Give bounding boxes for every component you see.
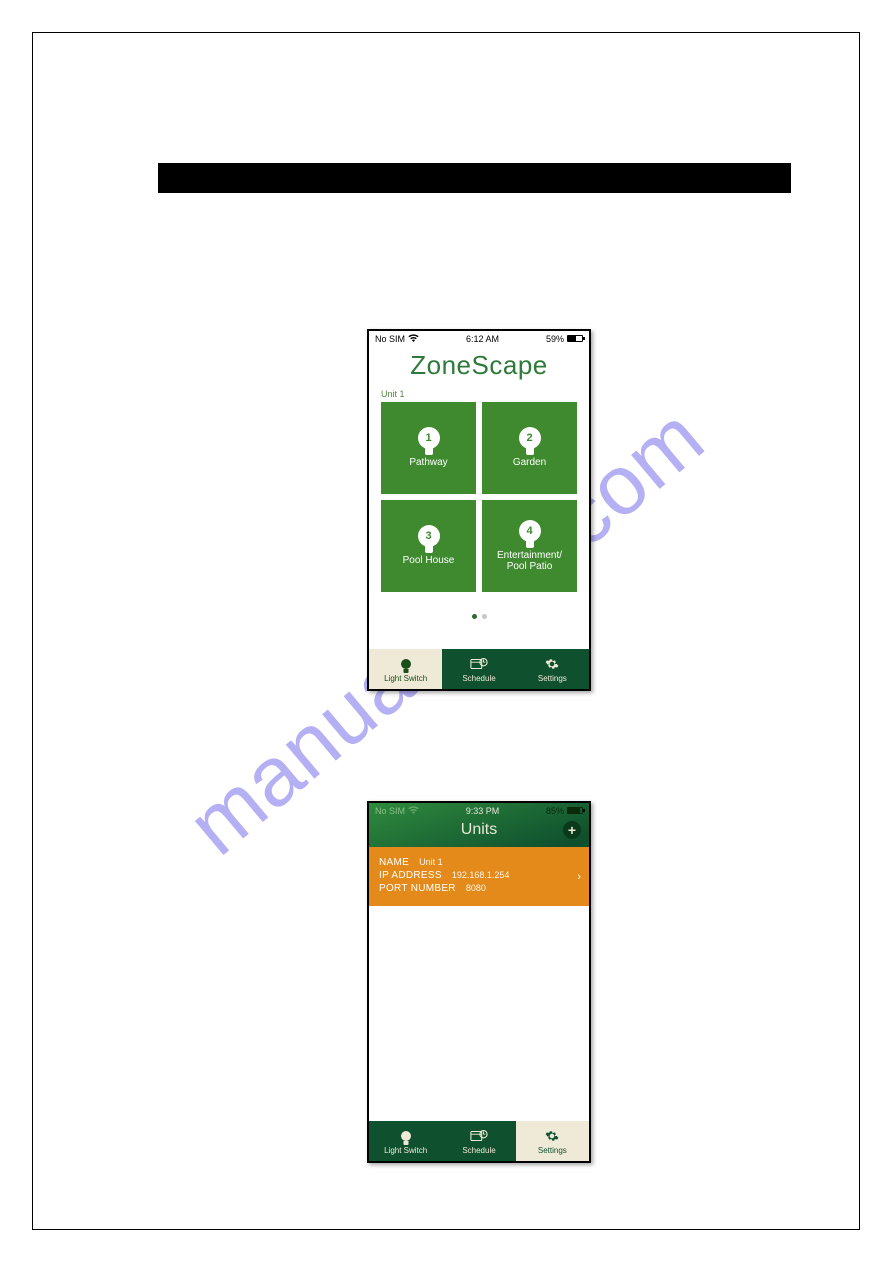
bulb-icon: 2 (519, 427, 541, 449)
page-dot (482, 614, 487, 619)
zone-label: Garden (509, 457, 550, 469)
schedule-icon (470, 656, 488, 673)
zone-label: Pool House (399, 555, 459, 567)
tab-bar: Light Switch Schedule Settings (369, 649, 589, 689)
field-value-port: 8080 (466, 883, 486, 893)
header-black-bar (158, 163, 791, 193)
unit-heading: Unit 1 (381, 389, 589, 399)
bulb-icon: 4 (519, 520, 541, 542)
zone-tile-entertainment[interactable]: 4 Entertainment/ Pool Patio (482, 500, 577, 592)
clock-text: 6:12 AM (466, 334, 499, 344)
battery-icon (567, 807, 583, 814)
gear-icon (545, 656, 559, 673)
field-value-name: Unit 1 (419, 857, 443, 867)
tab-settings[interactable]: Settings (516, 649, 589, 689)
schedule-icon (470, 1128, 488, 1145)
bulb-icon (401, 656, 411, 673)
app-title: ZoneScape (369, 350, 589, 381)
carrier-text: No SIM (375, 334, 405, 344)
tab-label: Light Switch (384, 1146, 427, 1155)
field-label-port: PORT NUMBER (379, 883, 456, 894)
tab-label: Settings (538, 674, 567, 683)
battery-text: 59% (546, 334, 564, 344)
page-dot-active (472, 614, 477, 619)
zone-tile-grid: 1 Pathway 2 Garden 3 Pool House 4 Entert… (369, 402, 589, 592)
field-label-ip: IP ADDRESS (379, 870, 442, 881)
screen-body: NAME Unit 1 IP ADDRESS 192.168.1.254 POR… (369, 847, 589, 1121)
page-indicator (369, 614, 589, 619)
tab-bar: Light Switch Schedule Settings (369, 1121, 589, 1161)
tab-settings[interactable]: Settings (516, 1121, 589, 1161)
status-bar: No SIM 6:12 AM 59% (369, 331, 589, 346)
field-value-ip: 192.168.1.254 (452, 870, 510, 880)
unit-row[interactable]: NAME Unit 1 IP ADDRESS 192.168.1.254 POR… (369, 847, 589, 906)
battery-icon (567, 335, 583, 342)
wifi-icon (408, 334, 419, 343)
tab-label: Schedule (462, 1146, 495, 1155)
tab-schedule[interactable]: Schedule (442, 649, 515, 689)
carrier-text: No SIM (375, 806, 405, 816)
zone-tile-garden[interactable]: 2 Garden (482, 402, 577, 494)
clock-text: 9:33 PM (466, 806, 500, 816)
tab-label: Settings (538, 1146, 567, 1155)
screen-title: Units (369, 821, 589, 839)
field-label-name: NAME (379, 857, 409, 868)
plus-icon: + (568, 823, 576, 837)
screenshot-settings-units: No SIM 9:33 PM 85% Units + NAME (367, 801, 591, 1163)
add-unit-button[interactable]: + (563, 821, 581, 839)
page-frame: manualslive.com No SIM 6:12 AM 59% ZoneS… (32, 32, 860, 1230)
zone-label: Entertainment/ Pool Patio (493, 550, 566, 573)
tab-light-switch[interactable]: Light Switch (369, 649, 442, 689)
bulb-icon (401, 1128, 411, 1145)
wifi-icon (408, 806, 419, 815)
tab-light-switch[interactable]: Light Switch (369, 1121, 442, 1161)
zone-label: Pathway (405, 457, 451, 469)
gear-icon (545, 1128, 559, 1145)
battery-text: 85% (546, 806, 564, 816)
tab-label: Light Switch (384, 674, 427, 683)
tab-schedule[interactable]: Schedule (442, 1121, 515, 1161)
header-bar: No SIM 9:33 PM 85% Units + (369, 803, 589, 847)
zone-tile-pathway[interactable]: 1 Pathway (381, 402, 476, 494)
status-bar: No SIM 9:33 PM 85% (369, 803, 589, 818)
bulb-icon: 3 (418, 525, 440, 547)
chevron-right-icon: › (577, 871, 581, 883)
bulb-icon: 1 (418, 427, 440, 449)
zone-tile-pool-house[interactable]: 3 Pool House (381, 500, 476, 592)
screenshot-light-switch: No SIM 6:12 AM 59% ZoneScape Unit 1 1 Pa… (367, 329, 591, 691)
tab-label: Schedule (462, 674, 495, 683)
